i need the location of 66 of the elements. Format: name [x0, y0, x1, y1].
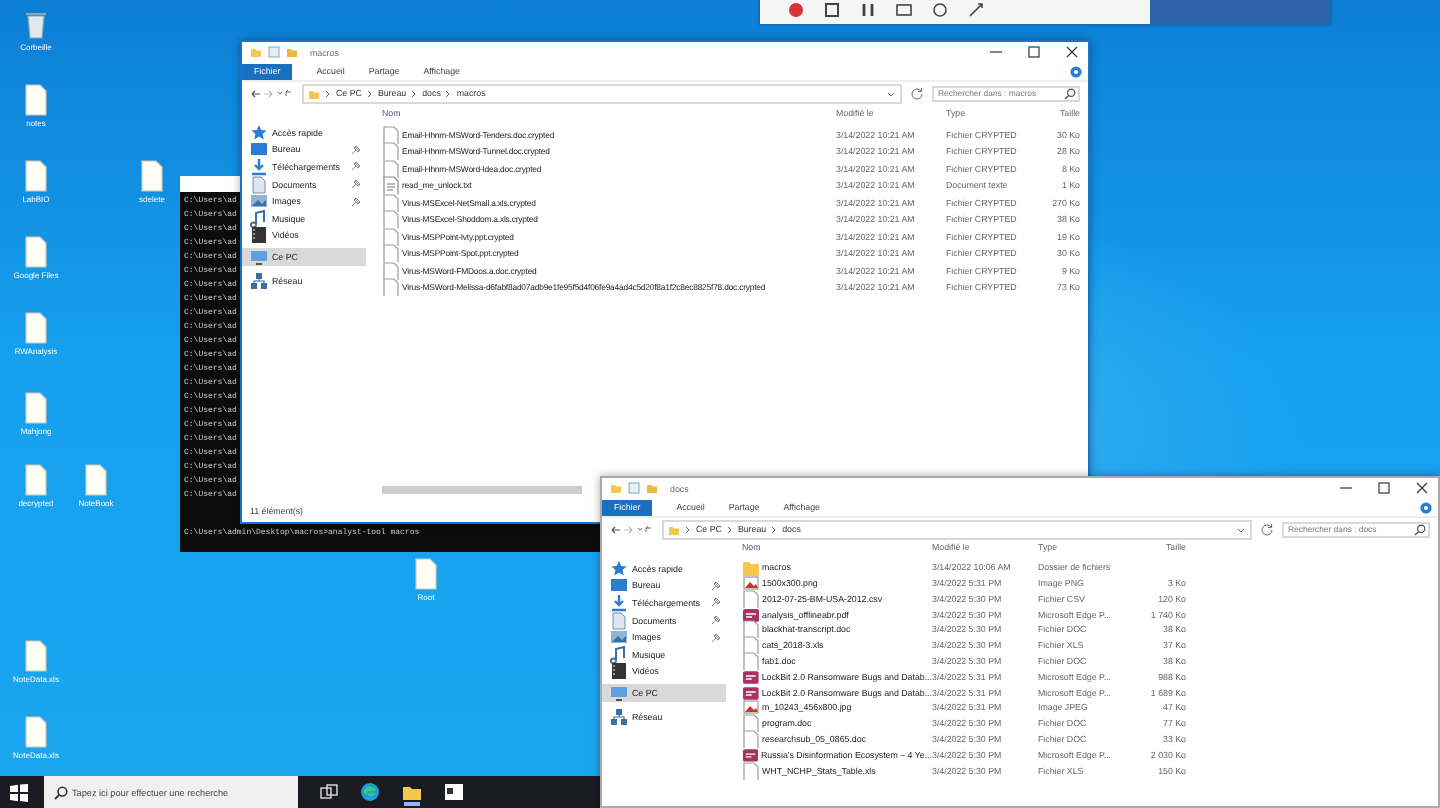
file-icon[interactable] — [24, 464, 48, 496]
help-icon[interactable] — [1420, 501, 1432, 513]
recycle-bin-icon[interactable] — [24, 8, 48, 40]
stop-icon[interactable] — [824, 2, 840, 18]
file-icon[interactable] — [24, 640, 48, 672]
film-icon — [250, 226, 268, 245]
file-icon[interactable] — [84, 464, 108, 496]
file-icon[interactable] — [24, 84, 48, 116]
file-icon[interactable] — [24, 236, 48, 268]
maximize-icon[interactable] — [1026, 46, 1042, 58]
folder-icon[interactable] — [402, 782, 422, 802]
file-icon[interactable] — [24, 392, 48, 424]
star-icon — [250, 123, 268, 142]
music-icon — [610, 645, 628, 664]
file-icon[interactable] — [24, 160, 48, 192]
refresh-icon[interactable] — [1260, 522, 1274, 536]
folder-icon — [250, 46, 262, 58]
desktop-icon — [610, 576, 628, 595]
download-icon — [610, 593, 628, 612]
pdf-file-icon — [742, 667, 760, 686]
arrow-icon[interactable] — [968, 2, 984, 18]
file-icon[interactable] — [414, 558, 438, 590]
text-file-icon — [382, 176, 400, 195]
file-icon[interactable] — [140, 160, 164, 192]
windows-start-icon[interactable] — [10, 783, 28, 801]
record-icon[interactable] — [788, 2, 804, 18]
scrollbar[interactable] — [382, 486, 582, 494]
folder-icon — [308, 87, 320, 99]
file-icon[interactable] — [24, 716, 48, 748]
desktop-icon — [250, 140, 268, 159]
pdf-file-icon — [742, 745, 759, 764]
document-icon — [250, 175, 268, 194]
document-icon — [610, 611, 628, 630]
help-icon[interactable] — [1070, 65, 1082, 77]
folder-icon — [610, 482, 622, 494]
close-icon[interactable] — [1414, 482, 1430, 494]
network-icon — [610, 707, 628, 726]
network-icon — [250, 271, 268, 290]
image-icon — [250, 192, 268, 211]
image-file-icon — [742, 574, 760, 592]
computer-icon — [610, 683, 628, 702]
window-icon[interactable] — [444, 782, 464, 802]
image-icon — [610, 628, 628, 647]
search-icon — [1064, 87, 1076, 99]
download-icon — [250, 157, 268, 176]
image-file-icon — [742, 698, 760, 717]
navigation-arrows-icon[interactable] — [250, 87, 294, 99]
music-icon — [250, 209, 268, 228]
maximize-icon[interactable] — [1376, 482, 1392, 494]
file-icon[interactable] — [24, 312, 48, 344]
star-icon — [610, 559, 628, 578]
pdf-file-icon — [742, 683, 760, 702]
search-icon — [54, 785, 68, 799]
film-icon — [610, 662, 628, 681]
navigation-arrows-icon[interactable] — [610, 523, 654, 535]
pause-icon[interactable] — [860, 2, 876, 18]
task-view-icon[interactable] — [320, 783, 338, 801]
minimize-icon[interactable] — [988, 46, 1004, 58]
minimize-icon[interactable] — [1338, 482, 1354, 494]
screen-icon[interactable] — [896, 2, 912, 18]
browser-icon[interactable] — [360, 782, 380, 802]
refresh-icon[interactable] — [910, 86, 924, 100]
computer-icon — [250, 247, 268, 266]
folder-icon — [742, 558, 760, 577]
close-icon[interactable] — [1064, 46, 1080, 58]
search-icon — [1414, 523, 1426, 535]
